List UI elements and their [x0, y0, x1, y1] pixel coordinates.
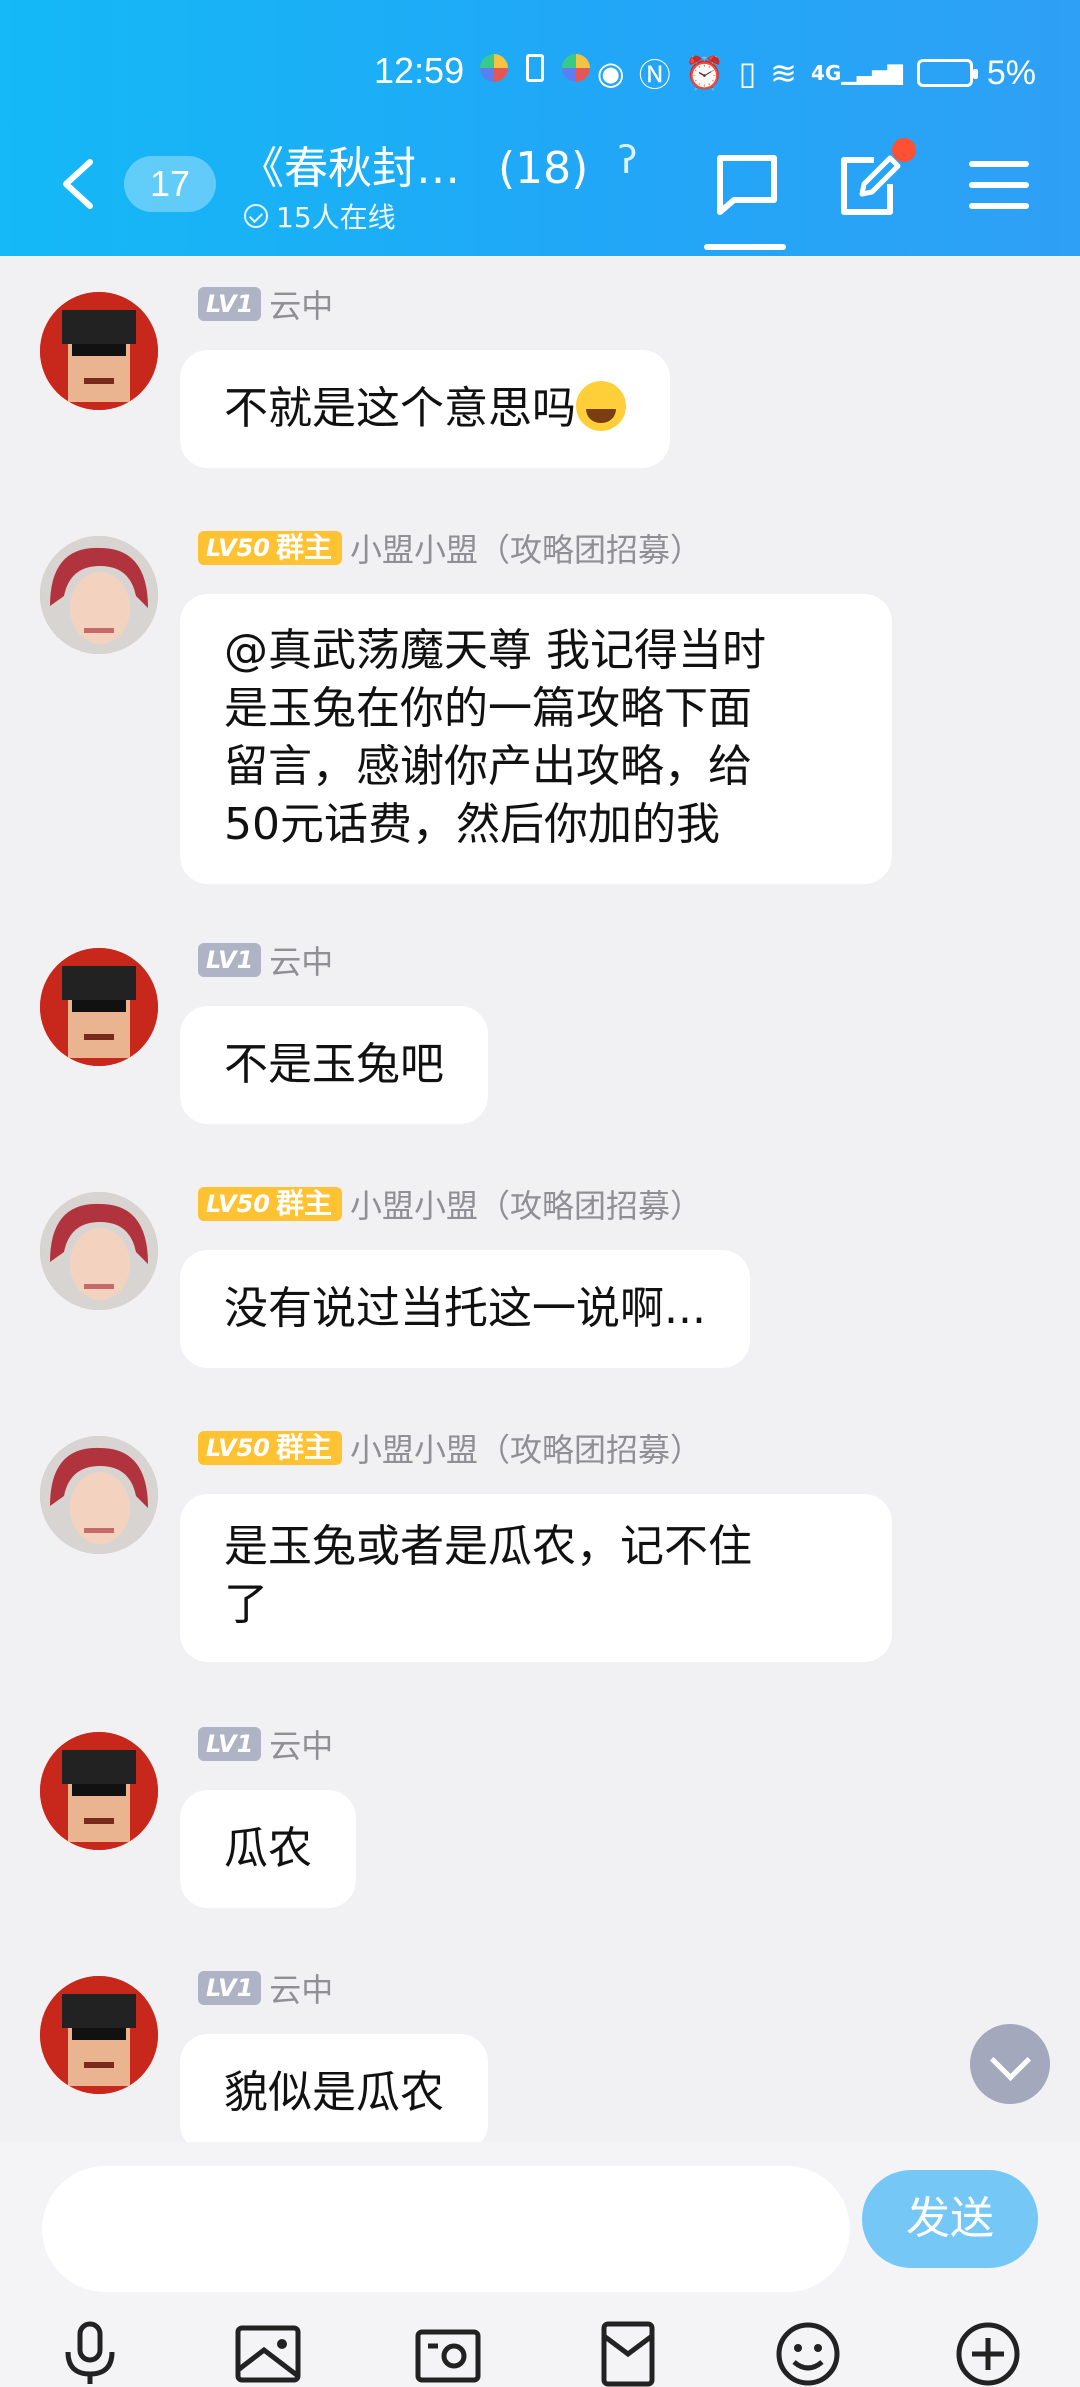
group-owner-badge: 群主 — [271, 531, 342, 565]
edit-icon[interactable] — [834, 150, 904, 220]
composer-toolbar — [0, 2320, 1080, 2387]
sender-info: LV1 云中 — [198, 281, 333, 327]
earpiece-icon[interactable]: ʔ — [618, 138, 637, 182]
sender-nickname[interactable]: 小盟小盟（攻略团招募） — [350, 1425, 702, 1471]
chat-header: 12:59 ◉ Ⓝ ⏰ ▯ ≋ 4G▁▃▅▇ 5% 17 《春秋封… (18) … — [0, 0, 1080, 256]
check-circle-icon — [244, 204, 268, 228]
composer-bar: 发送 — [0, 2142, 1080, 2387]
notification-icons — [480, 54, 590, 82]
sender-info: LV50 群主 小盟小盟（攻略团招募） — [198, 1181, 702, 1227]
group-owner-badge: 群主 — [271, 1431, 342, 1465]
level-badge: LV1 — [198, 287, 262, 321]
red-packet-icon[interactable] — [594, 2320, 662, 2387]
unread-count-badge[interactable]: 17 — [124, 156, 216, 212]
scroll-to-bottom-button[interactable] — [970, 2024, 1050, 2104]
laughing-crying-emoji-icon — [576, 381, 626, 431]
alarm-icon: ⏰ — [684, 54, 725, 92]
active-tab-indicator — [704, 244, 786, 250]
sender-info: LV1 云中 — [198, 1721, 333, 1767]
level-badge: LV1 — [198, 1971, 262, 2005]
avatar[interactable] — [40, 948, 158, 1066]
microphone-icon[interactable] — [56, 2320, 124, 2387]
wifi-icon: ≋ — [770, 54, 797, 92]
vibrate-icon: ▯ — [738, 54, 757, 92]
sender-nickname[interactable]: 云中 — [269, 1721, 333, 1767]
send-button[interactable]: 发送 — [862, 2170, 1038, 2268]
avatar[interactable] — [40, 292, 158, 410]
level-badge: LV50 — [198, 1431, 272, 1465]
group-owner-badge: 群主 — [271, 1187, 342, 1221]
avatar[interactable] — [40, 1976, 158, 2094]
app-notification-icon — [562, 54, 590, 82]
message-bubble[interactable]: 不是玉兔吧 — [180, 1006, 488, 1124]
sender-info: LV1 云中 — [198, 1965, 333, 2011]
sender-nickname[interactable]: 云中 — [269, 937, 333, 983]
group-title[interactable]: 《春秋封… (18) — [240, 132, 588, 196]
nfc-icon: Ⓝ — [638, 56, 671, 94]
sender-info: LV1 云中 — [198, 937, 333, 983]
battery-alert-icon — [526, 54, 544, 82]
back-icon[interactable] — [58, 158, 98, 210]
notification-dot — [892, 138, 916, 162]
app-notification-icon — [480, 54, 508, 82]
level-badge: LV1 — [198, 943, 262, 977]
eye-icon: ◉ — [596, 54, 625, 92]
message-bubble[interactable]: 貌似是瓜农 — [180, 2034, 488, 2142]
sender-info: LV50 群主 小盟小盟（攻略团招募） — [198, 1425, 702, 1471]
sender-nickname[interactable]: 小盟小盟（攻略团招募） — [350, 525, 702, 571]
image-icon[interactable] — [234, 2320, 302, 2387]
emoji-icon[interactable] — [774, 2320, 842, 2387]
menu-icon[interactable] — [964, 150, 1034, 220]
status-time: 12:59 — [374, 50, 465, 91]
sender-nickname[interactable]: 云中 — [269, 281, 333, 327]
message-bubble[interactable]: 不就是这个意思吗 — [180, 350, 670, 468]
camera-icon[interactable] — [414, 2320, 482, 2387]
status-bar: 12:59 ◉ Ⓝ ⏰ ▯ ≋ 4G▁▃▅▇ 5% — [0, 44, 1080, 104]
sender-nickname[interactable]: 小盟小盟（攻略团招募） — [350, 1181, 702, 1227]
message-bubble[interactable]: 没有说过当托这一说啊... — [180, 1250, 750, 1368]
chat-tab-icon[interactable] — [712, 150, 782, 220]
level-badge: LV1 — [198, 1727, 262, 1761]
sender-nickname[interactable]: 云中 — [269, 1965, 333, 2011]
avatar[interactable] — [40, 1436, 158, 1554]
battery-icon — [916, 59, 978, 87]
level-badge: LV50 — [198, 531, 272, 565]
message-bubble[interactable]: 是玉兔或者是瓜农，记不住 了 — [180, 1494, 892, 1662]
signal-icon: 4G▁▃▅▇ — [810, 61, 903, 85]
message-list[interactable]: LV1 云中 不就是这个意思吗 LV50 群主 小盟小盟（攻略团招募） @真武荡… — [0, 256, 1080, 2142]
plus-icon[interactable] — [954, 2320, 1022, 2387]
system-icons: ◉ Ⓝ ⏰ ▯ ≋ 4G▁▃▅▇ 5% — [597, 50, 1036, 96]
message-bubble[interactable]: @真武荡魔天尊 我记得当时 是玉兔在你的一篇攻略下面 留言，感谢你产出攻略，给 … — [180, 594, 892, 884]
battery-percent: 5% — [986, 53, 1036, 92]
level-badge: LV50 — [198, 1187, 272, 1221]
message-input[interactable] — [42, 2166, 850, 2292]
sender-info: LV50 群主 小盟小盟（攻略团招募） — [198, 525, 702, 571]
online-status: 15人在线 — [244, 196, 396, 236]
message-bubble[interactable]: 瓜农 — [180, 1790, 356, 1908]
avatar[interactable] — [40, 1732, 158, 1850]
avatar[interactable] — [40, 536, 158, 654]
avatar[interactable] — [40, 1192, 158, 1310]
